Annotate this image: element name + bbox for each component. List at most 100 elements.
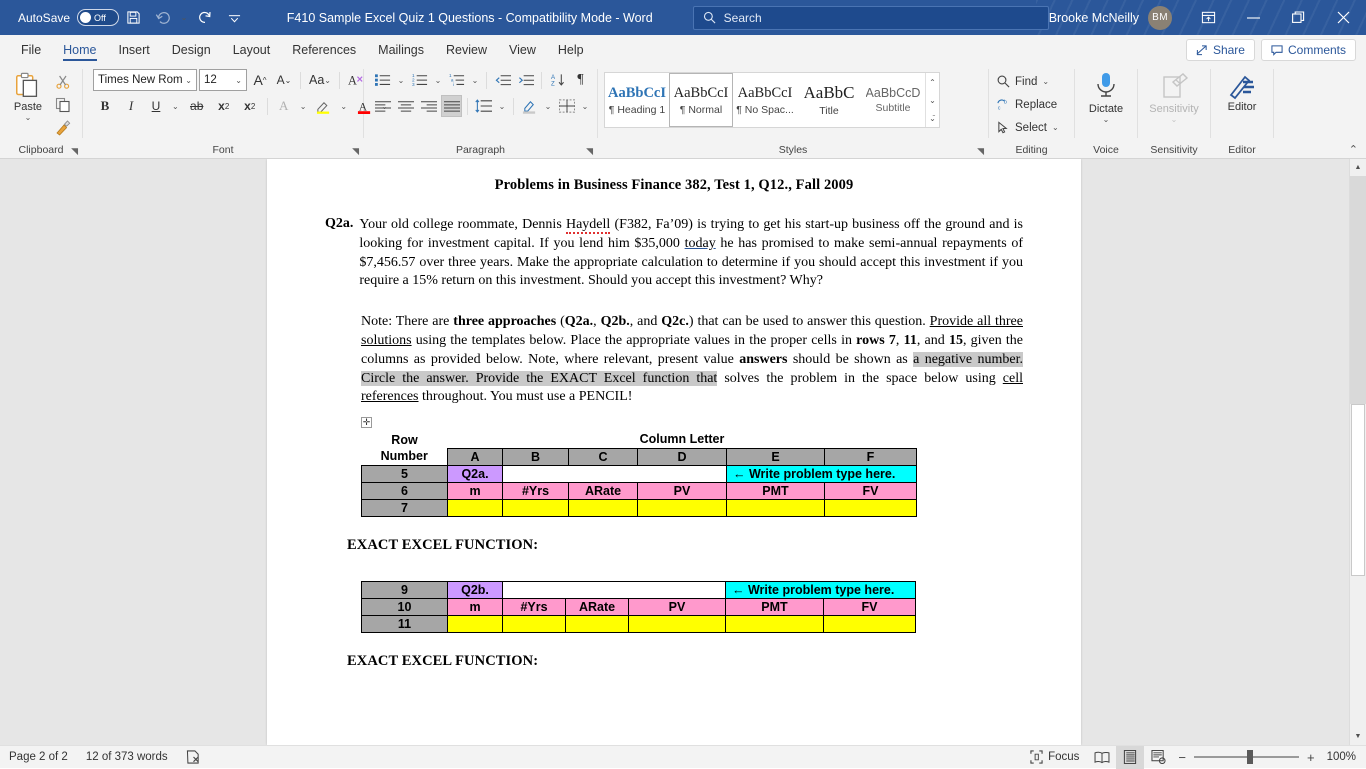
zoom-slider[interactable]: − + [1172, 750, 1320, 765]
change-case-button[interactable]: Aa⌄ [306, 69, 334, 91]
shrink-font-button[interactable]: A⌄ [273, 69, 295, 91]
bullet-list-icon[interactable] [372, 69, 393, 91]
italic-button[interactable]: I [119, 95, 143, 117]
print-layout-icon[interactable] [1116, 746, 1144, 769]
table-row[interactable]: 11 [362, 615, 916, 632]
numbered-list-icon[interactable]: 123 [409, 69, 430, 91]
text-highlight-color-button[interactable] [311, 95, 335, 117]
bullet-caret-icon[interactable]: ⌄ [395, 69, 407, 91]
redo-icon[interactable] [190, 3, 219, 33]
cell-d11[interactable] [629, 615, 726, 632]
scrollbar-thumb[interactable] [1351, 404, 1365, 576]
cell-a7[interactable] [448, 499, 503, 516]
table-row[interactable]: 7 [362, 499, 917, 516]
focus-mode-button[interactable]: Focus [1021, 746, 1088, 769]
format-painter-icon[interactable] [50, 117, 76, 139]
justify-icon[interactable] [441, 95, 462, 117]
underline-dropdown-caret-icon[interactable]: ⌄ [169, 95, 182, 117]
clipboard-dialog-launcher-icon[interactable]: ◥ [71, 146, 78, 157]
cell-f6[interactable]: FV [825, 482, 917, 499]
strikethrough-button[interactable]: ab [184, 95, 210, 117]
comments-button[interactable]: Comments [1261, 39, 1356, 61]
vertical-scrollbar[interactable]: ▲ ▼ [1349, 159, 1366, 745]
highlight-caret-icon[interactable]: ⌄ [337, 95, 350, 117]
tab-references[interactable]: References [281, 40, 367, 63]
ribbon-display-options-icon[interactable] [1186, 0, 1231, 35]
document-page[interactable]: Problems in Business Finance 382, Test 1… [267, 159, 1081, 745]
page-indicator[interactable]: Page 2 of 2 [0, 746, 77, 769]
cell-d7[interactable] [638, 499, 727, 516]
close-icon[interactable] [1321, 0, 1366, 35]
search-box[interactable]: Search [693, 6, 1049, 30]
tab-review[interactable]: Review [435, 40, 498, 63]
cell-a5[interactable]: Q2a. [448, 465, 503, 482]
tab-home[interactable]: Home [52, 40, 107, 63]
avatar[interactable]: BM [1148, 6, 1172, 30]
cell-e10[interactable]: PMT [726, 598, 824, 615]
decrease-indent-icon[interactable] [492, 69, 513, 91]
align-center-icon[interactable] [395, 95, 416, 117]
styles-scroll-up-icon[interactable]: ⌃ [926, 73, 939, 91]
cell-e6[interactable]: PMT [727, 482, 825, 499]
cell-f7[interactable] [825, 499, 917, 516]
tab-help[interactable]: Help [547, 40, 595, 63]
superscript-button[interactable]: x2 [238, 95, 262, 117]
copy-icon[interactable] [50, 94, 76, 116]
styles-more-icon[interactable]: ⌄̄ [926, 109, 939, 127]
proofing-errors-icon[interactable] [177, 746, 210, 769]
cell-b6[interactable]: #Yrs [503, 482, 569, 499]
show-formatting-marks-icon[interactable]: ¶ [570, 69, 591, 91]
cell-f10[interactable]: FV [824, 598, 916, 615]
paragraph-dialog-launcher-icon[interactable]: ◥ [586, 146, 593, 157]
scroll-up-icon[interactable]: ▲ [1350, 159, 1366, 176]
align-right-icon[interactable] [418, 95, 439, 117]
replace-button[interactable]: bc Replace [993, 94, 1063, 115]
table-move-handle-icon[interactable]: ✛ [361, 417, 372, 428]
line-spacing-caret-icon[interactable]: ⌄ [496, 95, 508, 117]
zoom-in-button[interactable]: + [1307, 750, 1315, 765]
autosave-toggle[interactable]: Off [77, 9, 119, 26]
read-mode-icon[interactable] [1088, 746, 1116, 769]
zoom-out-button[interactable]: − [1178, 750, 1186, 765]
sort-az-icon[interactable]: AZ [547, 69, 568, 91]
tab-insert[interactable]: Insert [108, 40, 161, 63]
increase-indent-icon[interactable] [515, 69, 536, 91]
styles-dialog-launcher-icon[interactable]: ◥ [977, 146, 984, 157]
cut-scissors-icon[interactable] [50, 71, 76, 93]
cell-d6[interactable]: PV [638, 482, 727, 499]
numbering-caret-icon[interactable]: ⌄ [432, 69, 444, 91]
multilevel-list-icon[interactable]: 1ai [446, 69, 467, 91]
undo-dropdown-caret-icon[interactable]: ⌄ [178, 3, 190, 33]
zoom-level[interactable]: 100% [1321, 751, 1366, 763]
borders-caret-icon[interactable]: ⌄ [579, 95, 591, 117]
shading-caret-icon[interactable]: ⌄ [542, 95, 554, 117]
template-table-2[interactable]: 9 Q2b. ← Write problem type here. 10 m #… [361, 581, 916, 633]
select-caret-icon[interactable]: ⌄ [1052, 123, 1059, 132]
font-size-combobox[interactable]: 12⌄ [199, 69, 247, 91]
cell-a6[interactable]: m [448, 482, 503, 499]
shading-icon[interactable] [519, 95, 540, 117]
editor-button[interactable]: Editor [1217, 69, 1267, 113]
cell-c6[interactable]: ARate [569, 482, 638, 499]
dictate-caret-icon[interactable]: ⌄ [1103, 115, 1110, 124]
paste-dropdown-caret-icon[interactable]: ⌄ [25, 113, 32, 122]
cell-e11[interactable] [726, 615, 824, 632]
line-spacing-icon[interactable] [473, 95, 494, 117]
text-effects-button[interactable]: A [273, 95, 295, 117]
tab-file[interactable]: File [10, 40, 52, 63]
table-row[interactable]: 10 m #Yrs ARate PV PMT FV [362, 598, 916, 615]
cell-d10[interactable]: PV [629, 598, 726, 615]
cell-c10[interactable]: ARate [566, 598, 629, 615]
style-heading-1[interactable]: AaBbCcI ¶ Heading 1 [605, 73, 669, 127]
cell-b9[interactable] [503, 581, 726, 598]
styles-scroll-down-icon[interactable]: ⌄ [926, 91, 939, 109]
style-subtitle[interactable]: AaBbCcD Subtitle [861, 73, 925, 127]
customize-quick-access-icon[interactable] [219, 3, 248, 33]
word-count[interactable]: 12 of 373 words [77, 746, 177, 769]
bold-button[interactable]: B [93, 95, 117, 117]
cell-b11[interactable] [503, 615, 566, 632]
undo-icon[interactable] [149, 3, 178, 33]
minimize-icon[interactable] [1231, 0, 1276, 35]
save-icon[interactable] [119, 3, 148, 33]
cell-b10[interactable]: #Yrs [503, 598, 566, 615]
